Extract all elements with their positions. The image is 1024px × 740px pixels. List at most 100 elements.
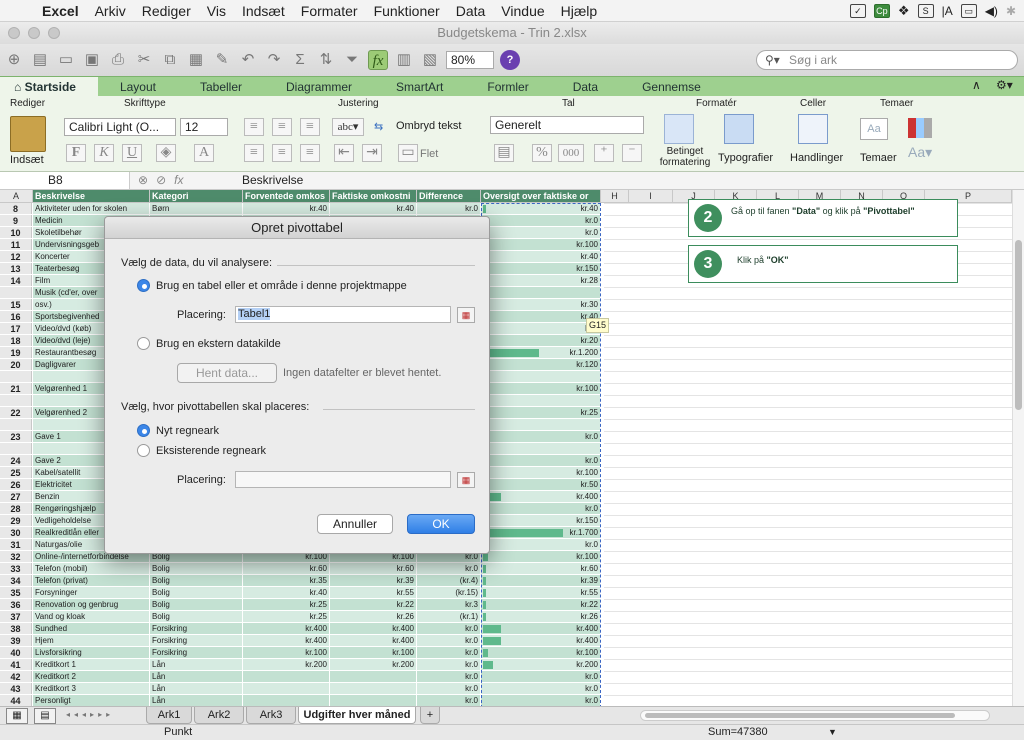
row-header[interactable]: 33 (0, 563, 32, 574)
row-header[interactable]: 41 (0, 659, 32, 670)
menu-item[interactable]: Vis (199, 3, 234, 19)
row-header[interactable]: 18 (0, 335, 32, 346)
cell[interactable]: kr.120 (481, 359, 600, 370)
wrap-text-label[interactable]: Ombryd tekst (396, 120, 461, 132)
formula-builder-icon[interactable]: fx (368, 50, 388, 70)
ribbon-tab[interactable]: Formler (465, 77, 550, 97)
cell[interactable]: Lån (150, 671, 242, 682)
row-header[interactable] (0, 287, 32, 298)
row-header[interactable]: 10 (0, 227, 32, 238)
cell[interactable]: Børn (150, 203, 242, 214)
cell[interactable]: Bolig (150, 575, 242, 586)
cell[interactable] (243, 671, 329, 682)
cell[interactable]: Lån (150, 659, 242, 670)
conditional-format-label[interactable]: Betinget formatering (656, 146, 714, 168)
get-data-button[interactable]: Hent data... (177, 363, 277, 383)
cell[interactable]: kr.150 (481, 515, 600, 526)
themes-label[interactable]: Temaer (860, 152, 897, 164)
cell[interactable] (481, 371, 600, 382)
row-header[interactable]: 34 (0, 575, 32, 586)
row-header[interactable]: 26 (0, 479, 32, 490)
cell[interactable]: kr.26 (481, 611, 600, 622)
cell[interactable]: kr.40 (243, 203, 329, 214)
ribbon-tab[interactable]: ⌂ Startside (0, 76, 98, 97)
indent-increase-icon[interactable]: ⇥ (362, 144, 382, 162)
row-header[interactable]: 14 (0, 275, 32, 286)
collapse-ribbon-icon[interactable]: ∧ (972, 78, 981, 92)
sheet-tab[interactable]: Ark3 (246, 707, 296, 724)
ok-button[interactable]: OK (407, 514, 475, 534)
cell[interactable]: Kreditkort 1 (33, 659, 149, 670)
conditional-format-icon[interactable] (664, 114, 694, 144)
cell[interactable]: kr.60 (243, 563, 329, 574)
row-header[interactable]: 23 (0, 431, 32, 442)
sheet-tab[interactable]: Udgifter hver måned (298, 707, 416, 724)
cell[interactable]: Kreditkort 3 (33, 683, 149, 694)
menu-item[interactable]: Data (448, 3, 494, 19)
filter-icon[interactable]: ⏷ (342, 50, 362, 70)
row-header[interactable]: 38 (0, 623, 32, 634)
column-header[interactable]: Oversigt over faktiske or (481, 190, 601, 203)
align-middle-icon[interactable]: ≡ (272, 118, 292, 136)
cell[interactable]: Bolig (150, 587, 242, 598)
font-color-icon[interactable]: A (194, 144, 214, 162)
cell[interactable]: kr.0 (481, 215, 600, 226)
cell[interactable]: kr.0 (417, 563, 480, 574)
cell[interactable]: kr.0 (417, 683, 480, 694)
italic-icon[interactable]: K (94, 144, 114, 162)
wrap-text-icon[interactable]: ⇆ (374, 120, 383, 133)
ribbon-settings-icon[interactable]: ⚙▾ (996, 78, 1013, 92)
redo-icon[interactable]: ↷ (264, 50, 284, 70)
menu-item[interactable]: Vindue (493, 3, 552, 19)
row-header[interactable]: 21 (0, 383, 32, 394)
cell[interactable]: kr.200 (243, 659, 329, 670)
row-header[interactable]: 39 (0, 635, 32, 646)
range-picker-icon-2[interactable]: ▦ (457, 472, 475, 488)
cell[interactable]: Bolig (150, 599, 242, 610)
cancel-button[interactable]: Annuller (317, 514, 393, 534)
save-icon[interactable]: ▣ (82, 50, 102, 70)
cell[interactable]: kr.35 (243, 575, 329, 586)
horizontal-scrollbar[interactable] (640, 710, 990, 721)
row-header[interactable]: 13 (0, 263, 32, 274)
cell[interactable]: kr.26 (330, 611, 416, 622)
currency-icon[interactable]: ▤ (494, 144, 514, 162)
number-format-select[interactable]: Generelt (490, 116, 644, 134)
themes-icon[interactable]: Aa (860, 118, 888, 140)
cells-actions-label[interactable]: Handlinger (790, 152, 843, 164)
cell[interactable]: Personligt (33, 695, 149, 706)
row-header[interactable]: 43 (0, 683, 32, 694)
row-header[interactable]: 25 (0, 467, 32, 478)
cell[interactable]: kr.40 (330, 203, 416, 214)
cell[interactable]: kr.0 (481, 539, 600, 550)
ribbon-tab[interactable]: Layout (98, 77, 178, 97)
new-icon[interactable]: ⊕ (4, 50, 24, 70)
align-top-icon[interactable]: ≡ (244, 118, 264, 136)
cell[interactable]: kr.0 (417, 203, 480, 214)
cell[interactable]: Bolig (150, 563, 242, 574)
row-header[interactable]: 42 (0, 671, 32, 682)
fill-color-icon[interactable]: ◈ (156, 144, 176, 162)
text-orientation-icon[interactable]: abc▾ (332, 118, 364, 136)
insert-label[interactable]: Indsæt (10, 154, 44, 166)
row-header[interactable] (0, 395, 32, 406)
row-header[interactable]: 40 (0, 647, 32, 658)
cell[interactable]: Telefon (privat) (33, 575, 149, 586)
cell[interactable]: (kr.4) (417, 575, 480, 586)
cell[interactable]: Kreditkort 2 (33, 671, 149, 682)
paste-icon[interactable]: ▦ (186, 50, 206, 70)
underline-icon[interactable]: U (122, 144, 142, 162)
row-header[interactable]: 16 (0, 311, 32, 322)
cell[interactable]: kr.100 (481, 383, 600, 394)
cell[interactable]: kr.55 (330, 587, 416, 598)
cell[interactable]: kr.25 (243, 611, 329, 622)
cell[interactable]: kr.200 (481, 659, 600, 670)
cell[interactable] (330, 671, 416, 682)
bluetooth-icon[interactable]: ✱ (1006, 4, 1016, 18)
theme-fonts-icon[interactable]: Aa▾ (908, 144, 932, 161)
cell[interactable]: Hjem (33, 635, 149, 646)
column-header[interactable]: Kategori (150, 190, 243, 203)
row-header[interactable]: 37 (0, 611, 32, 622)
cell[interactable]: kr.100 (481, 239, 600, 250)
clock-icon[interactable]: ✓ (849, 3, 866, 18)
